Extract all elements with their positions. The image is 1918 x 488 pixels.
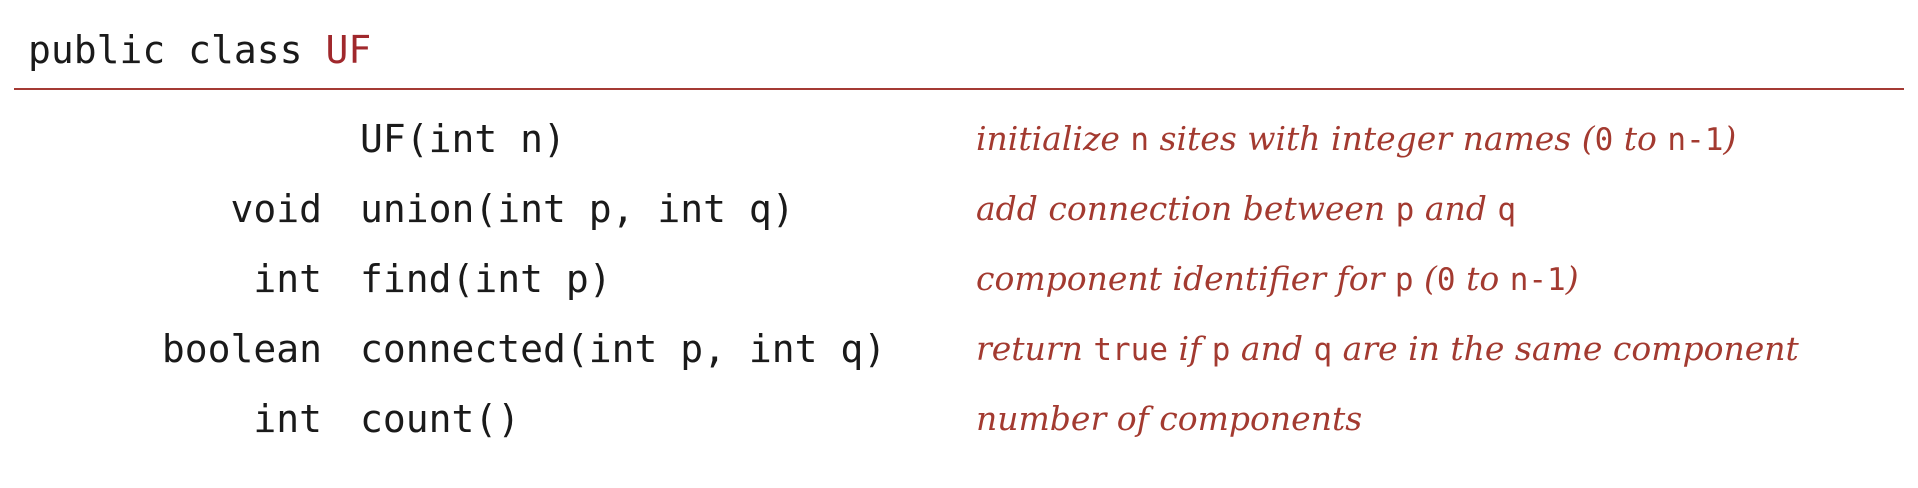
code-fragment: 0 <box>1436 262 1456 298</box>
description-text: component identifier for <box>976 259 1395 298</box>
method-row: int count() number of components <box>0 384 1918 454</box>
method-row: boolean connected(int p, int q) return t… <box>0 314 1918 384</box>
return-type: void <box>230 187 322 231</box>
code-fragment: p <box>1395 192 1415 228</box>
method-signature: find(int p) <box>360 257 612 301</box>
code-fragment: p <box>1211 332 1231 368</box>
method-signature: UF(int n) <box>360 117 566 161</box>
method-description: component identifier for p (0 to n-1) <box>976 244 1579 314</box>
description-text: add connection between <box>976 189 1396 228</box>
method-row: int find(int p) component identifier for… <box>0 244 1918 314</box>
description-text: number of components <box>976 399 1363 438</box>
class-keyword: public class <box>28 28 303 72</box>
method-description: add connection between p and q <box>976 174 1516 244</box>
method-signature: count() <box>360 397 521 441</box>
description-text: initialize <box>976 119 1131 158</box>
code-fragment: p <box>1394 262 1414 298</box>
method-description: initialize n sites with integer names (0… <box>976 104 1736 174</box>
description-text: ( <box>1413 259 1437 298</box>
code-fragment: q <box>1497 192 1517 228</box>
code-fragment: n-1 <box>1667 122 1724 158</box>
code-fragment: n <box>1130 122 1150 158</box>
code-fragment: 0 <box>1594 122 1614 158</box>
method-row: void union(int p, int q) add connection … <box>0 174 1918 244</box>
method-signature: union(int p, int q) <box>360 187 795 231</box>
description-text: return <box>976 329 1094 368</box>
description-text: are in the same component <box>1332 329 1799 368</box>
method-signature: connected(int p, int q) <box>360 327 887 371</box>
method-row: UF(int n) initialize n sites with intege… <box>0 104 1918 174</box>
method-description: number of components <box>976 384 1362 454</box>
return-type: boolean <box>161 327 322 371</box>
class-name: UF <box>325 28 372 72</box>
description-text: ) <box>1723 119 1737 158</box>
method-list: UF(int n) initialize n sites with intege… <box>0 104 1918 454</box>
code-fragment: n-1 <box>1509 262 1566 298</box>
method-description: return true if p and q are in the same c… <box>976 314 1799 384</box>
header-divider <box>14 88 1904 90</box>
code-fragment: q <box>1313 332 1333 368</box>
class-declaration: public class UF <box>28 22 371 78</box>
description-text: ) <box>1565 259 1579 298</box>
description-text: to <box>1613 119 1668 158</box>
description-text: sites with integer names ( <box>1149 119 1595 158</box>
description-text: and <box>1230 329 1314 368</box>
description-text: and <box>1414 189 1498 228</box>
return-type: int <box>253 257 322 301</box>
description-text: to <box>1455 259 1510 298</box>
api-table: public class UF UF(int n) initialize n s… <box>0 0 1918 488</box>
description-text: if <box>1168 329 1212 368</box>
code-fragment: true <box>1093 332 1168 368</box>
return-type: int <box>253 397 322 441</box>
